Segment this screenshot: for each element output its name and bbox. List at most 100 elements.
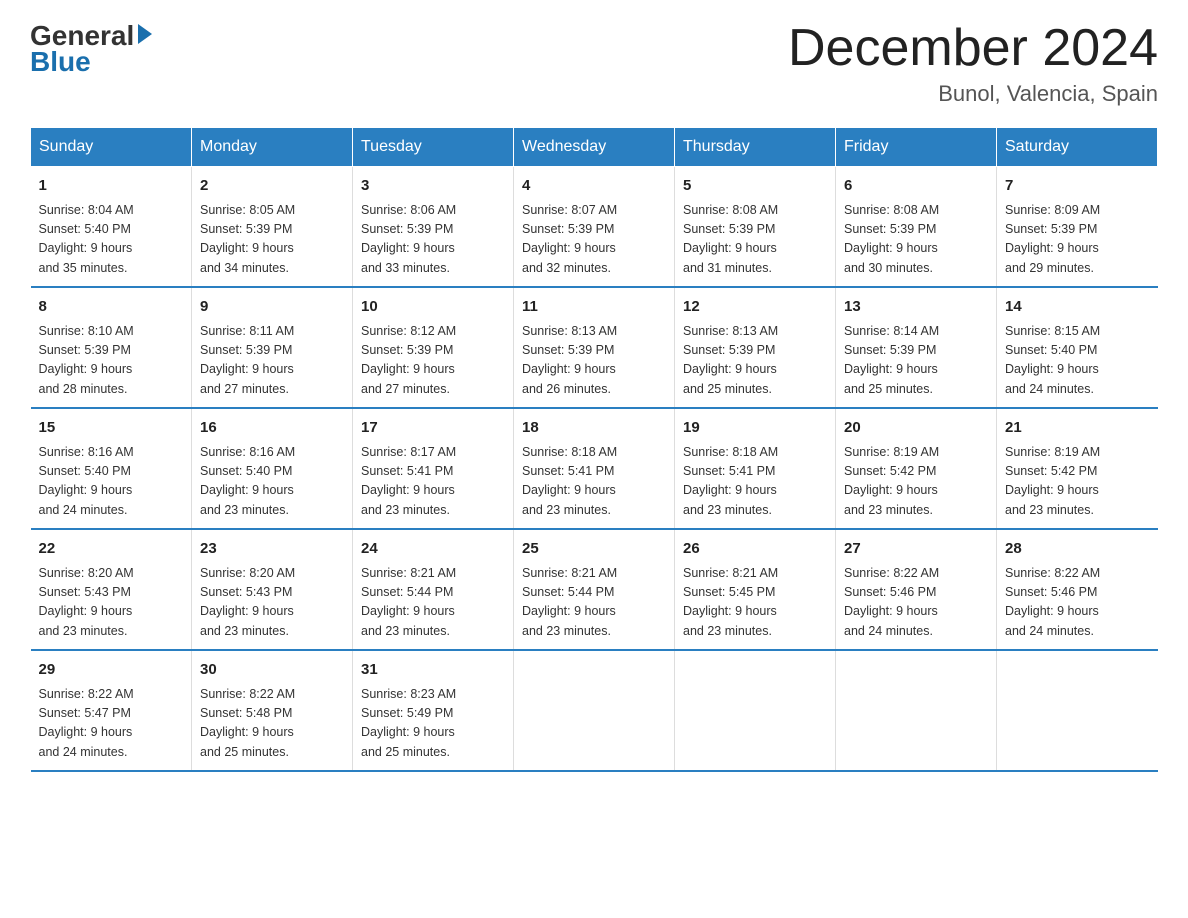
calendar-cell: 14Sunrise: 8:15 AM Sunset: 5:40 PM Dayli… [997, 287, 1158, 408]
day-info: Sunrise: 8:21 AM Sunset: 5:44 PM Dayligh… [522, 564, 666, 642]
day-info: Sunrise: 8:13 AM Sunset: 5:39 PM Dayligh… [683, 322, 827, 400]
calendar-cell: 2 Sunrise: 8:05 AM Sunset: 5:39 PM Daylig… [192, 167, 353, 288]
calendar-cell: 7Sunrise: 8:09 AM Sunset: 5:39 PM Daylig… [997, 167, 1158, 288]
calendar-cell: 19Sunrise: 8:18 AM Sunset: 5:41 PM Dayli… [675, 408, 836, 529]
day-info: Sunrise: 8:05 AM Sunset: 5:39 PM Dayligh… [200, 201, 344, 279]
day-number: 11 [522, 296, 666, 319]
day-info: Sunrise: 8:16 AM Sunset: 5:40 PM Dayligh… [200, 443, 344, 521]
day-info: Sunrise: 8:11 AM Sunset: 5:39 PM Dayligh… [200, 322, 344, 400]
calendar-cell: 29 Sunrise: 8:22 AM Sunset: 5:47 PM Dayli… [31, 650, 192, 771]
calendar-header-row: SundayMondayTuesdayWednesdayThursdayFrid… [31, 128, 1158, 167]
calendar-cell: 15 Sunrise: 8:16 AM Sunset: 5:40 PM Dayli… [31, 408, 192, 529]
day-info: Sunrise: 8:19 AM Sunset: 5:42 PM Dayligh… [1005, 443, 1150, 521]
calendar-cell: 22 Sunrise: 8:20 AM Sunset: 5:43 PM Dayli… [31, 529, 192, 650]
calendar-cell: 27 Sunrise: 8:22 AM Sunset: 5:46 PM Dayli… [836, 529, 997, 650]
calendar-cell: 25 Sunrise: 8:21 AM Sunset: 5:44 PM Dayli… [514, 529, 675, 650]
day-info: Sunrise: 8:18 AM Sunset: 5:41 PM Dayligh… [522, 443, 666, 521]
day-of-week-header: Friday [836, 128, 997, 167]
day-info: Sunrise: 8:22 AM Sunset: 5:46 PM Dayligh… [1005, 564, 1150, 642]
day-number: 23 [200, 538, 344, 561]
day-info: Sunrise: 8:21 AM Sunset: 5:44 PM Dayligh… [361, 564, 505, 642]
day-of-week-header: Tuesday [353, 128, 514, 167]
day-of-week-header: Wednesday [514, 128, 675, 167]
day-number: 27 [844, 538, 988, 561]
calendar-week-row: 15 Sunrise: 8:16 AM Sunset: 5:40 PM Dayli… [31, 408, 1158, 529]
calendar-cell: 8 Sunrise: 8:10 AM Sunset: 5:39 PM Daylig… [31, 287, 192, 408]
calendar-cell: 12 Sunrise: 8:13 AM Sunset: 5:39 PM Dayli… [675, 287, 836, 408]
calendar-cell: 21Sunrise: 8:19 AM Sunset: 5:42 PM Dayli… [997, 408, 1158, 529]
day-number: 1 [39, 175, 184, 198]
day-info: Sunrise: 8:10 AM Sunset: 5:39 PM Dayligh… [39, 322, 184, 400]
day-number: 22 [39, 538, 184, 561]
day-number: 6 [844, 175, 988, 198]
day-info: Sunrise: 8:23 AM Sunset: 5:49 PM Dayligh… [361, 685, 505, 763]
calendar-cell: 1Sunrise: 8:04 AM Sunset: 5:40 PM Daylig… [31, 167, 192, 288]
calendar-cell: 11Sunrise: 8:13 AM Sunset: 5:39 PM Dayli… [514, 287, 675, 408]
day-number: 25 [522, 538, 666, 561]
day-number: 15 [39, 417, 184, 440]
calendar-cell [514, 650, 675, 771]
day-number: 31 [361, 659, 505, 682]
day-of-week-header: Thursday [675, 128, 836, 167]
day-info: Sunrise: 8:22 AM Sunset: 5:46 PM Dayligh… [844, 564, 988, 642]
calendar-cell: 10Sunrise: 8:12 AM Sunset: 5:39 PM Dayli… [353, 287, 514, 408]
day-info: Sunrise: 8:18 AM Sunset: 5:41 PM Dayligh… [683, 443, 827, 521]
calendar-cell [836, 650, 997, 771]
calendar-week-row: 29 Sunrise: 8:22 AM Sunset: 5:47 PM Dayli… [31, 650, 1158, 771]
calendar-week-row: 22 Sunrise: 8:20 AM Sunset: 5:43 PM Dayli… [31, 529, 1158, 650]
day-info: Sunrise: 8:15 AM Sunset: 5:40 PM Dayligh… [1005, 322, 1150, 400]
day-number: 4 [522, 175, 666, 198]
calendar-week-row: 8 Sunrise: 8:10 AM Sunset: 5:39 PM Daylig… [31, 287, 1158, 408]
calendar-cell: 24Sunrise: 8:21 AM Sunset: 5:44 PM Dayli… [353, 529, 514, 650]
calendar-cell: 3 Sunrise: 8:06 AM Sunset: 5:39 PM Daylig… [353, 167, 514, 288]
day-number: 2 [200, 175, 344, 198]
logo: General Blue [30, 20, 152, 78]
calendar-cell: 23 Sunrise: 8:20 AM Sunset: 5:43 PM Dayli… [192, 529, 353, 650]
day-number: 20 [844, 417, 988, 440]
calendar-cell: 4 Sunrise: 8:07 AM Sunset: 5:39 PM Daylig… [514, 167, 675, 288]
calendar-cell: 6 Sunrise: 8:08 AM Sunset: 5:39 PM Daylig… [836, 167, 997, 288]
month-title: December 2024 [788, 20, 1158, 77]
day-info: Sunrise: 8:20 AM Sunset: 5:43 PM Dayligh… [200, 564, 344, 642]
calendar-cell: 9 Sunrise: 8:11 AM Sunset: 5:39 PM Daylig… [192, 287, 353, 408]
logo-arrow-icon [138, 24, 152, 44]
calendar-cell [675, 650, 836, 771]
calendar-cell: 30Sunrise: 8:22 AM Sunset: 5:48 PM Dayli… [192, 650, 353, 771]
day-of-week-header: Monday [192, 128, 353, 167]
day-number: 16 [200, 417, 344, 440]
calendar-cell: 20Sunrise: 8:19 AM Sunset: 5:42 PM Dayli… [836, 408, 997, 529]
calendar-table: SundayMondayTuesdayWednesdayThursdayFrid… [30, 127, 1158, 772]
calendar-cell: 17 Sunrise: 8:17 AM Sunset: 5:41 PM Dayli… [353, 408, 514, 529]
day-info: Sunrise: 8:22 AM Sunset: 5:47 PM Dayligh… [39, 685, 184, 763]
day-number: 5 [683, 175, 827, 198]
calendar-cell: 5Sunrise: 8:08 AM Sunset: 5:39 PM Daylig… [675, 167, 836, 288]
day-info: Sunrise: 8:12 AM Sunset: 5:39 PM Dayligh… [361, 322, 505, 400]
day-number: 30 [200, 659, 344, 682]
day-number: 17 [361, 417, 505, 440]
day-number: 9 [200, 296, 344, 319]
day-number: 3 [361, 175, 505, 198]
day-info: Sunrise: 8:08 AM Sunset: 5:39 PM Dayligh… [844, 201, 988, 279]
day-info: Sunrise: 8:17 AM Sunset: 5:41 PM Dayligh… [361, 443, 505, 521]
day-number: 26 [683, 538, 827, 561]
logo-blue-text: Blue [30, 46, 91, 78]
day-number: 13 [844, 296, 988, 319]
day-number: 8 [39, 296, 184, 319]
location-text: Bunol, Valencia, Spain [788, 81, 1158, 107]
calendar-cell: 26Sunrise: 8:21 AM Sunset: 5:45 PM Dayli… [675, 529, 836, 650]
day-info: Sunrise: 8:09 AM Sunset: 5:39 PM Dayligh… [1005, 201, 1150, 279]
calendar-cell: 16 Sunrise: 8:16 AM Sunset: 5:40 PM Dayli… [192, 408, 353, 529]
day-number: 12 [683, 296, 827, 319]
day-info: Sunrise: 8:07 AM Sunset: 5:39 PM Dayligh… [522, 201, 666, 279]
calendar-cell: 13 Sunrise: 8:14 AM Sunset: 5:39 PM Dayli… [836, 287, 997, 408]
day-info: Sunrise: 8:06 AM Sunset: 5:39 PM Dayligh… [361, 201, 505, 279]
day-number: 18 [522, 417, 666, 440]
day-number: 29 [39, 659, 184, 682]
day-info: Sunrise: 8:16 AM Sunset: 5:40 PM Dayligh… [39, 443, 184, 521]
day-info: Sunrise: 8:20 AM Sunset: 5:43 PM Dayligh… [39, 564, 184, 642]
day-of-week-header: Saturday [997, 128, 1158, 167]
calendar-cell: 31 Sunrise: 8:23 AM Sunset: 5:49 PM Dayli… [353, 650, 514, 771]
day-info: Sunrise: 8:14 AM Sunset: 5:39 PM Dayligh… [844, 322, 988, 400]
calendar-cell: 18 Sunrise: 8:18 AM Sunset: 5:41 PM Dayli… [514, 408, 675, 529]
calendar-cell [997, 650, 1158, 771]
